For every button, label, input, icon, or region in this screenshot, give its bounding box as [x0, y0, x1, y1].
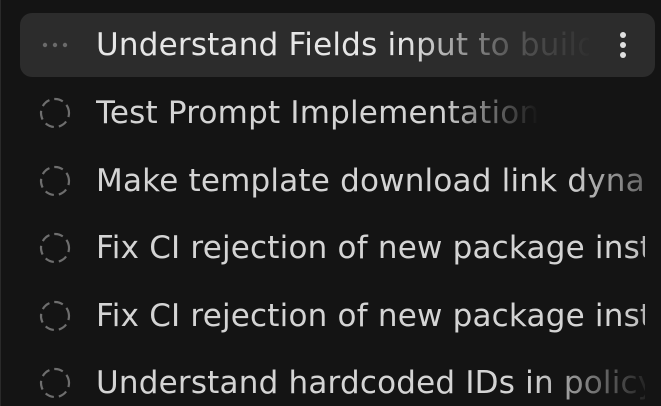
- task-row[interactable]: Understand hardcoded IDs in policy: [20, 351, 655, 406]
- task-title: Fix CI rejection of new package installa…: [96, 230, 645, 266]
- task-row[interactable]: Fix CI rejection of new package installa…: [20, 284, 655, 348]
- dashed-circle-icon: [38, 96, 72, 130]
- dashed-circle-icon: [38, 299, 72, 333]
- task-row[interactable]: Test Prompt Implementation: [20, 81, 655, 145]
- ellipsis-icon: [38, 28, 72, 62]
- dashed-circle-icon: [38, 366, 72, 400]
- task-title: Understand hardcoded IDs in policy: [96, 365, 645, 401]
- task-row-active[interactable]: Understand Fields input to build: [20, 13, 655, 77]
- task-title: Understand Fields input to build: [96, 27, 589, 63]
- task-title: Fix CI rejection of new package installa…: [96, 298, 645, 334]
- task-row[interactable]: Make template download link dynamic: [20, 149, 655, 213]
- task-title: Test Prompt Implementation: [96, 95, 540, 131]
- dashed-circle-icon: [38, 231, 72, 265]
- task-title: Make template download link dynamic: [96, 163, 645, 199]
- dashed-circle-icon: [38, 164, 72, 198]
- more-vertical-icon[interactable]: [605, 23, 641, 67]
- task-row[interactable]: Fix CI rejection of new package installa…: [20, 216, 655, 280]
- task-list-panel: Understand Fields input to build Test Pr…: [0, 0, 661, 406]
